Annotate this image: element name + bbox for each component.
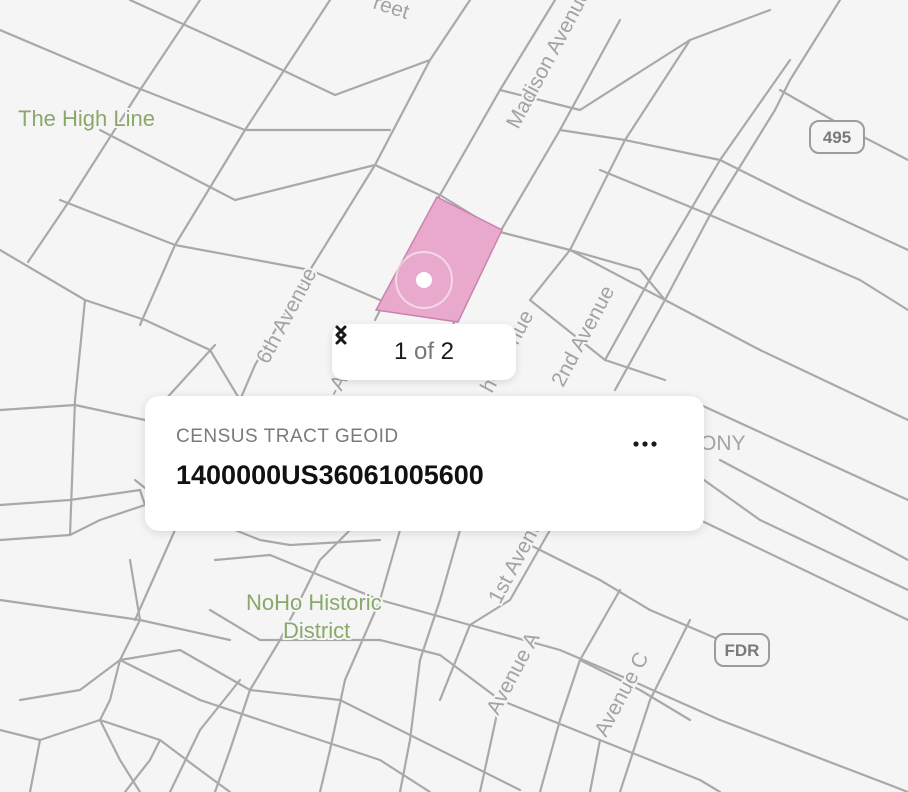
- pager-total: 2: [440, 338, 455, 365]
- street-label-2nd-avenue: 2nd Avenue: [547, 282, 619, 390]
- street-label-madison-avenue: Madison Avenue: [502, 0, 595, 132]
- more-options-button[interactable]: [632, 440, 664, 460]
- next-feature-button[interactable]: [335, 325, 502, 365]
- pager-of: of: [413, 338, 434, 365]
- poi-label-high-line: The High Line: [18, 106, 155, 131]
- poi-label-noho-historic: NoHo Historic: [246, 590, 382, 615]
- street-label-avenue-c: Avenue C: [590, 648, 653, 740]
- street-label-fragment-top: reet: [370, 0, 412, 24]
- pager-count: 1 of 2: [394, 338, 454, 366]
- more-horizontal-icon: [633, 441, 657, 447]
- highway-shield-495: 495: [809, 120, 865, 154]
- svg-text:FDR: FDR: [725, 641, 760, 660]
- feature-popup: CENSUS TRACT GEOID 1400000US36061005600: [145, 396, 704, 531]
- popup-field-value: 1400000US36061005600: [176, 460, 484, 490]
- street-label-6th-avenue: 6th Avenue: [252, 264, 321, 367]
- map-label-partial-ony: ONY: [700, 432, 746, 455]
- map-canvas[interactable]: Madison Avenue 6th Avenue 2nd Avenue 1st…: [0, 0, 908, 792]
- poi-label-district: District: [283, 618, 350, 643]
- svg-text:495: 495: [823, 128, 851, 147]
- feature-pager: 1 of 2: [332, 324, 516, 380]
- highway-shield-fdr: FDR: [714, 633, 770, 667]
- popup-field-label: CENSUS TRACT GEOID: [176, 426, 399, 447]
- chevron-right-icon: [335, 325, 347, 345]
- pager-current: 1: [393, 338, 408, 365]
